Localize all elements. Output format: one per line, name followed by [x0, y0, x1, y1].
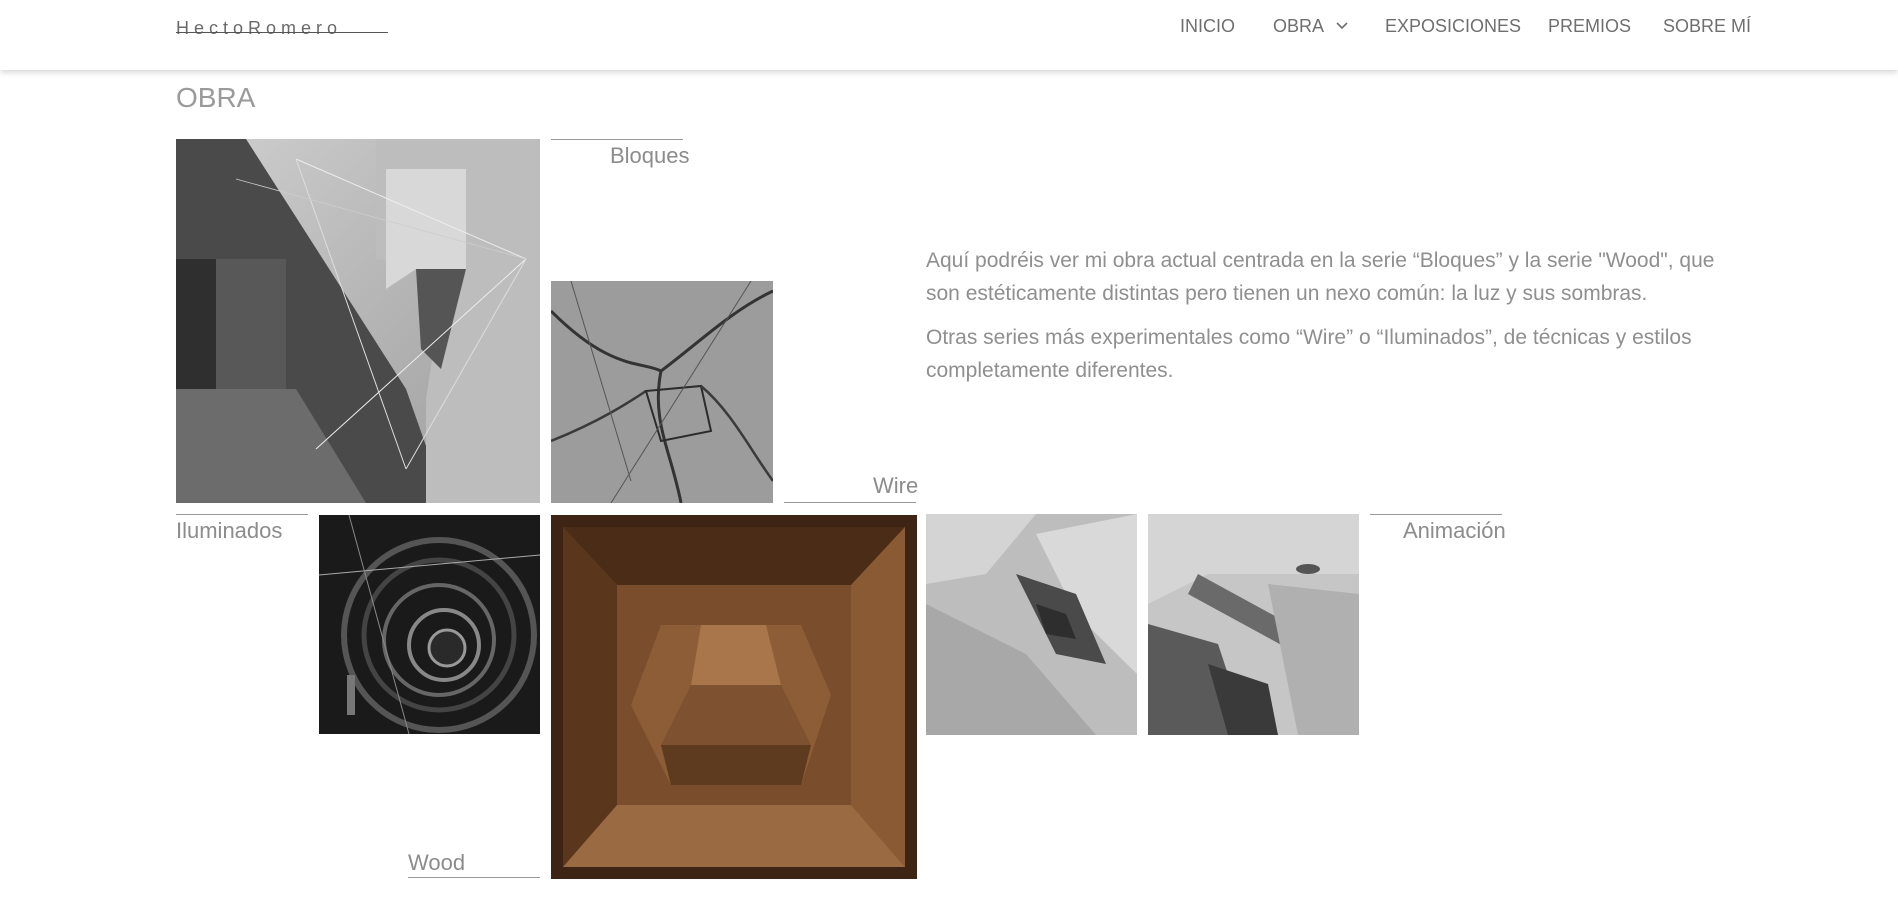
series-label-wire[interactable]: Wire — [873, 475, 918, 497]
wood-artwork-image[interactable] — [551, 515, 917, 879]
nav-obra-label: OBRA — [1273, 16, 1324, 36]
animacion-artwork-image-2[interactable] — [1148, 514, 1359, 735]
animacion-artwork-image-1[interactable] — [926, 514, 1137, 735]
iluminados-artwork-image[interactable] — [319, 515, 540, 734]
page-title: OBRA — [176, 82, 256, 113]
series-label-bloques[interactable]: Bloques — [610, 145, 690, 167]
site-header: HectoRomero INICIO OBRA EXPOSICIONES PRE… — [0, 0, 1898, 70]
nav-sobre-mi[interactable]: SOBRE MÍ — [1663, 16, 1751, 37]
nav-inicio[interactable]: INICIO — [1180, 16, 1235, 37]
intro-paragraph-2: Otras series más experimentales como “Wi… — [926, 326, 1692, 382]
iluminados-divider — [176, 514, 308, 515]
series-label-iluminados[interactable]: Iluminados — [176, 520, 282, 542]
intro-text: Aquí podréis ver mi obra actual centrada… — [926, 244, 1716, 398]
series-label-wood[interactable]: Wood — [408, 852, 465, 874]
series-label-animacion[interactable]: Animación — [1403, 520, 1506, 542]
wire-divider — [784, 502, 916, 503]
logo-underline — [176, 32, 388, 33]
chevron-down-icon — [1336, 22, 1348, 32]
nav-obra[interactable]: OBRA — [1273, 16, 1348, 37]
nav-exposiciones[interactable]: EXPOSICIONES — [1385, 16, 1521, 37]
intro-paragraph-1: Aquí podréis ver mi obra actual centrada… — [926, 249, 1715, 305]
site-logo[interactable]: HectoRomero — [176, 18, 342, 39]
bloques-artwork-image[interactable] — [176, 139, 540, 503]
nav-premios[interactable]: PREMIOS — [1548, 16, 1631, 37]
wire-artwork-image[interactable] — [551, 281, 773, 503]
wood-divider — [408, 877, 540, 878]
bloques-divider — [551, 139, 683, 140]
animacion-divider — [1370, 514, 1502, 515]
